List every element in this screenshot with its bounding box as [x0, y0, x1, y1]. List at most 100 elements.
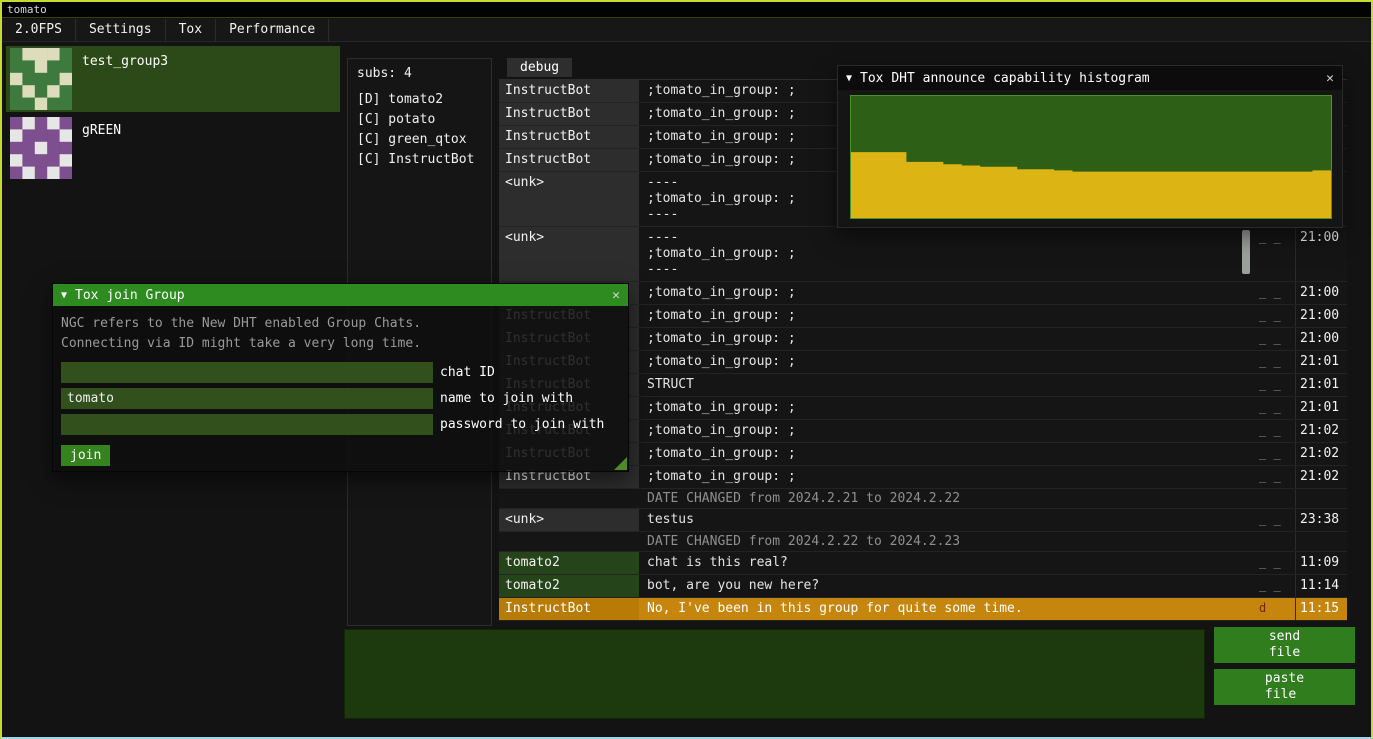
message-marks: _ _ — [1257, 282, 1295, 304]
message-text: DATE CHANGED from 2024.2.21 to 2024.2.22 — [639, 489, 1257, 508]
menu-item-settings[interactable]: Settings — [76, 19, 166, 41]
tab-debug[interactable]: debug — [507, 58, 572, 77]
send-file-label: send file — [1269, 629, 1300, 661]
message-text: ;tomato_in_group: ; — [639, 397, 1257, 419]
histogram-bars — [851, 152, 1331, 218]
message-sender — [499, 489, 639, 508]
message-text: ;tomato_in_group: ; — [639, 443, 1257, 465]
message-time: 21:00 — [1295, 282, 1347, 304]
message-time: 21:01 — [1295, 397, 1347, 419]
message-row[interactable]: InstructBotNo, I've been in this group f… — [499, 598, 1347, 621]
message-sender: <unk> — [499, 227, 639, 281]
message-time: 21:00 — [1295, 227, 1347, 281]
message-text: chat is this real? — [639, 552, 1257, 574]
group-item-test_group3[interactable]: test_group3 — [6, 46, 340, 112]
message-text: ;tomato_in_group: ; — [639, 420, 1257, 442]
paste-file-button[interactable]: paste file — [1214, 669, 1355, 705]
chat-scrollbar[interactable] — [1242, 230, 1250, 274]
join-field-label: name to join with — [440, 391, 573, 406]
message-time: 11:15 — [1295, 598, 1347, 620]
join-info-line: Connecting via ID might take a very long… — [61, 334, 620, 354]
join-info-line: NGC refers to the New DHT enabled Group … — [61, 314, 620, 334]
message-marks: d — [1257, 598, 1295, 620]
message-input[interactable] — [344, 629, 1205, 719]
join-fields: chat ID tomato name to join with password t… — [61, 362, 620, 435]
message-time: 21:00 — [1295, 328, 1347, 350]
message-text: DATE CHANGED from 2024.2.22 to 2024.2.23 — [639, 532, 1257, 551]
close-icon[interactable]: ✕ — [1326, 71, 1334, 86]
join-info-text: NGC refers to the New DHT enabled Group … — [61, 314, 620, 354]
menu-bar: 2.0FPSSettingsToxPerformance — [2, 19, 1371, 42]
join-field-row: chat ID — [61, 362, 620, 383]
message-row[interactable]: tomato2bot, are you new here?_ _11:14 — [499, 575, 1347, 598]
close-icon[interactable]: ✕ — [612, 288, 620, 303]
system-row[interactable]: DATE CHANGED from 2024.2.21 to 2024.2.22 — [499, 489, 1347, 509]
message-time: 21:01 — [1295, 351, 1347, 373]
paste-file-label: paste file — [1265, 671, 1304, 703]
join-field-row: password to join with — [61, 414, 620, 435]
subs-count: subs: 4 — [357, 66, 482, 81]
message-sender: InstructBot — [499, 103, 639, 125]
group-name: test_group3 — [82, 54, 168, 110]
join-password-input[interactable] — [61, 414, 433, 435]
join-field-label: password to join with — [440, 417, 604, 432]
resize-grip-icon[interactable] — [614, 457, 627, 470]
histogram-chart — [851, 96, 1331, 218]
menu-item-2.0fps: 2.0FPS — [2, 19, 76, 41]
message-time: 21:00 — [1295, 305, 1347, 327]
message-time: 21:02 — [1295, 420, 1347, 442]
message-marks: _ _ — [1257, 351, 1295, 373]
join-field-label: chat ID — [440, 365, 495, 380]
menu-item-performance[interactable]: Performance — [216, 19, 329, 41]
menu-item-tox[interactable]: Tox — [166, 19, 216, 41]
message-row[interactable]: tomato2chat is this real?_ _11:09 — [499, 552, 1347, 575]
message-text: bot, are you new here? — [639, 575, 1257, 597]
send-file-button[interactable]: send file — [1214, 627, 1355, 663]
histogram-window-titlebar[interactable]: ▼ Tox DHT announce capability histogram … — [838, 66, 1342, 90]
message-sender: <unk> — [499, 172, 639, 226]
message-sender: InstructBot — [499, 126, 639, 148]
message-time — [1295, 532, 1347, 551]
message-marks: _ _ — [1257, 227, 1295, 281]
join-window-title: Tox join Group — [75, 288, 185, 303]
group-avatar — [10, 48, 72, 110]
message-time: 23:38 — [1295, 509, 1347, 531]
join-window-titlebar[interactable]: ▼ Tox join Group ✕ — [53, 284, 628, 306]
message-time: 11:09 — [1295, 552, 1347, 574]
subs-list: [D] tomato2[C] potato[C] green_qtox[C] I… — [357, 90, 482, 170]
subs-list-item[interactable]: [C] InstructBot — [357, 150, 482, 170]
system-row[interactable]: DATE CHANGED from 2024.2.22 to 2024.2.23 — [499, 532, 1347, 552]
message-row[interactable]: <unk>testus_ _23:38 — [499, 509, 1347, 532]
message-row[interactable]: <unk>----;tomato_in_group: ;----_ _21:00 — [499, 227, 1347, 282]
message-marks: _ _ — [1257, 305, 1295, 327]
chat-id-input[interactable] — [61, 362, 433, 383]
message-text: ;tomato_in_group: ; — [639, 328, 1257, 350]
message-time: 21:02 — [1295, 443, 1347, 465]
message-time: 21:01 — [1295, 374, 1347, 396]
join-name-input[interactable]: tomato — [61, 388, 433, 409]
message-marks: _ _ — [1257, 509, 1295, 531]
message-text: ;tomato_in_group: ; — [639, 466, 1257, 488]
message-text: testus — [639, 509, 1257, 531]
histogram-window: ▼ Tox DHT announce capability histogram … — [837, 65, 1343, 228]
subs-list-item[interactable]: [C] green_qtox — [357, 130, 482, 150]
message-marks: _ _ — [1257, 575, 1295, 597]
subs-list-item[interactable]: [C] potato — [357, 110, 482, 130]
message-marks: _ _ — [1257, 420, 1295, 442]
message-text: ----;tomato_in_group: ;---- — [639, 227, 1257, 281]
message-time: 11:14 — [1295, 575, 1347, 597]
join-button[interactable]: join — [61, 445, 110, 466]
message-text: ;tomato_in_group: ; — [639, 282, 1257, 304]
message-time — [1295, 489, 1347, 508]
group-item-gREEN[interactable]: gREEN — [6, 115, 340, 181]
window-titlebar[interactable]: tomato — [2, 2, 1371, 18]
collapse-arrow-icon[interactable]: ▼ — [846, 73, 852, 84]
collapse-arrow-icon[interactable]: ▼ — [61, 290, 67, 301]
message-sender: tomato2 — [499, 575, 639, 597]
message-marks: _ _ — [1257, 552, 1295, 574]
group-name: gREEN — [82, 123, 121, 179]
subs-list-item[interactable]: [D] tomato2 — [357, 90, 482, 110]
join-group-window: ▼ Tox join Group ✕ NGC refers to the New… — [52, 283, 629, 472]
message-marks: _ _ — [1257, 374, 1295, 396]
message-marks: _ _ — [1257, 466, 1295, 488]
